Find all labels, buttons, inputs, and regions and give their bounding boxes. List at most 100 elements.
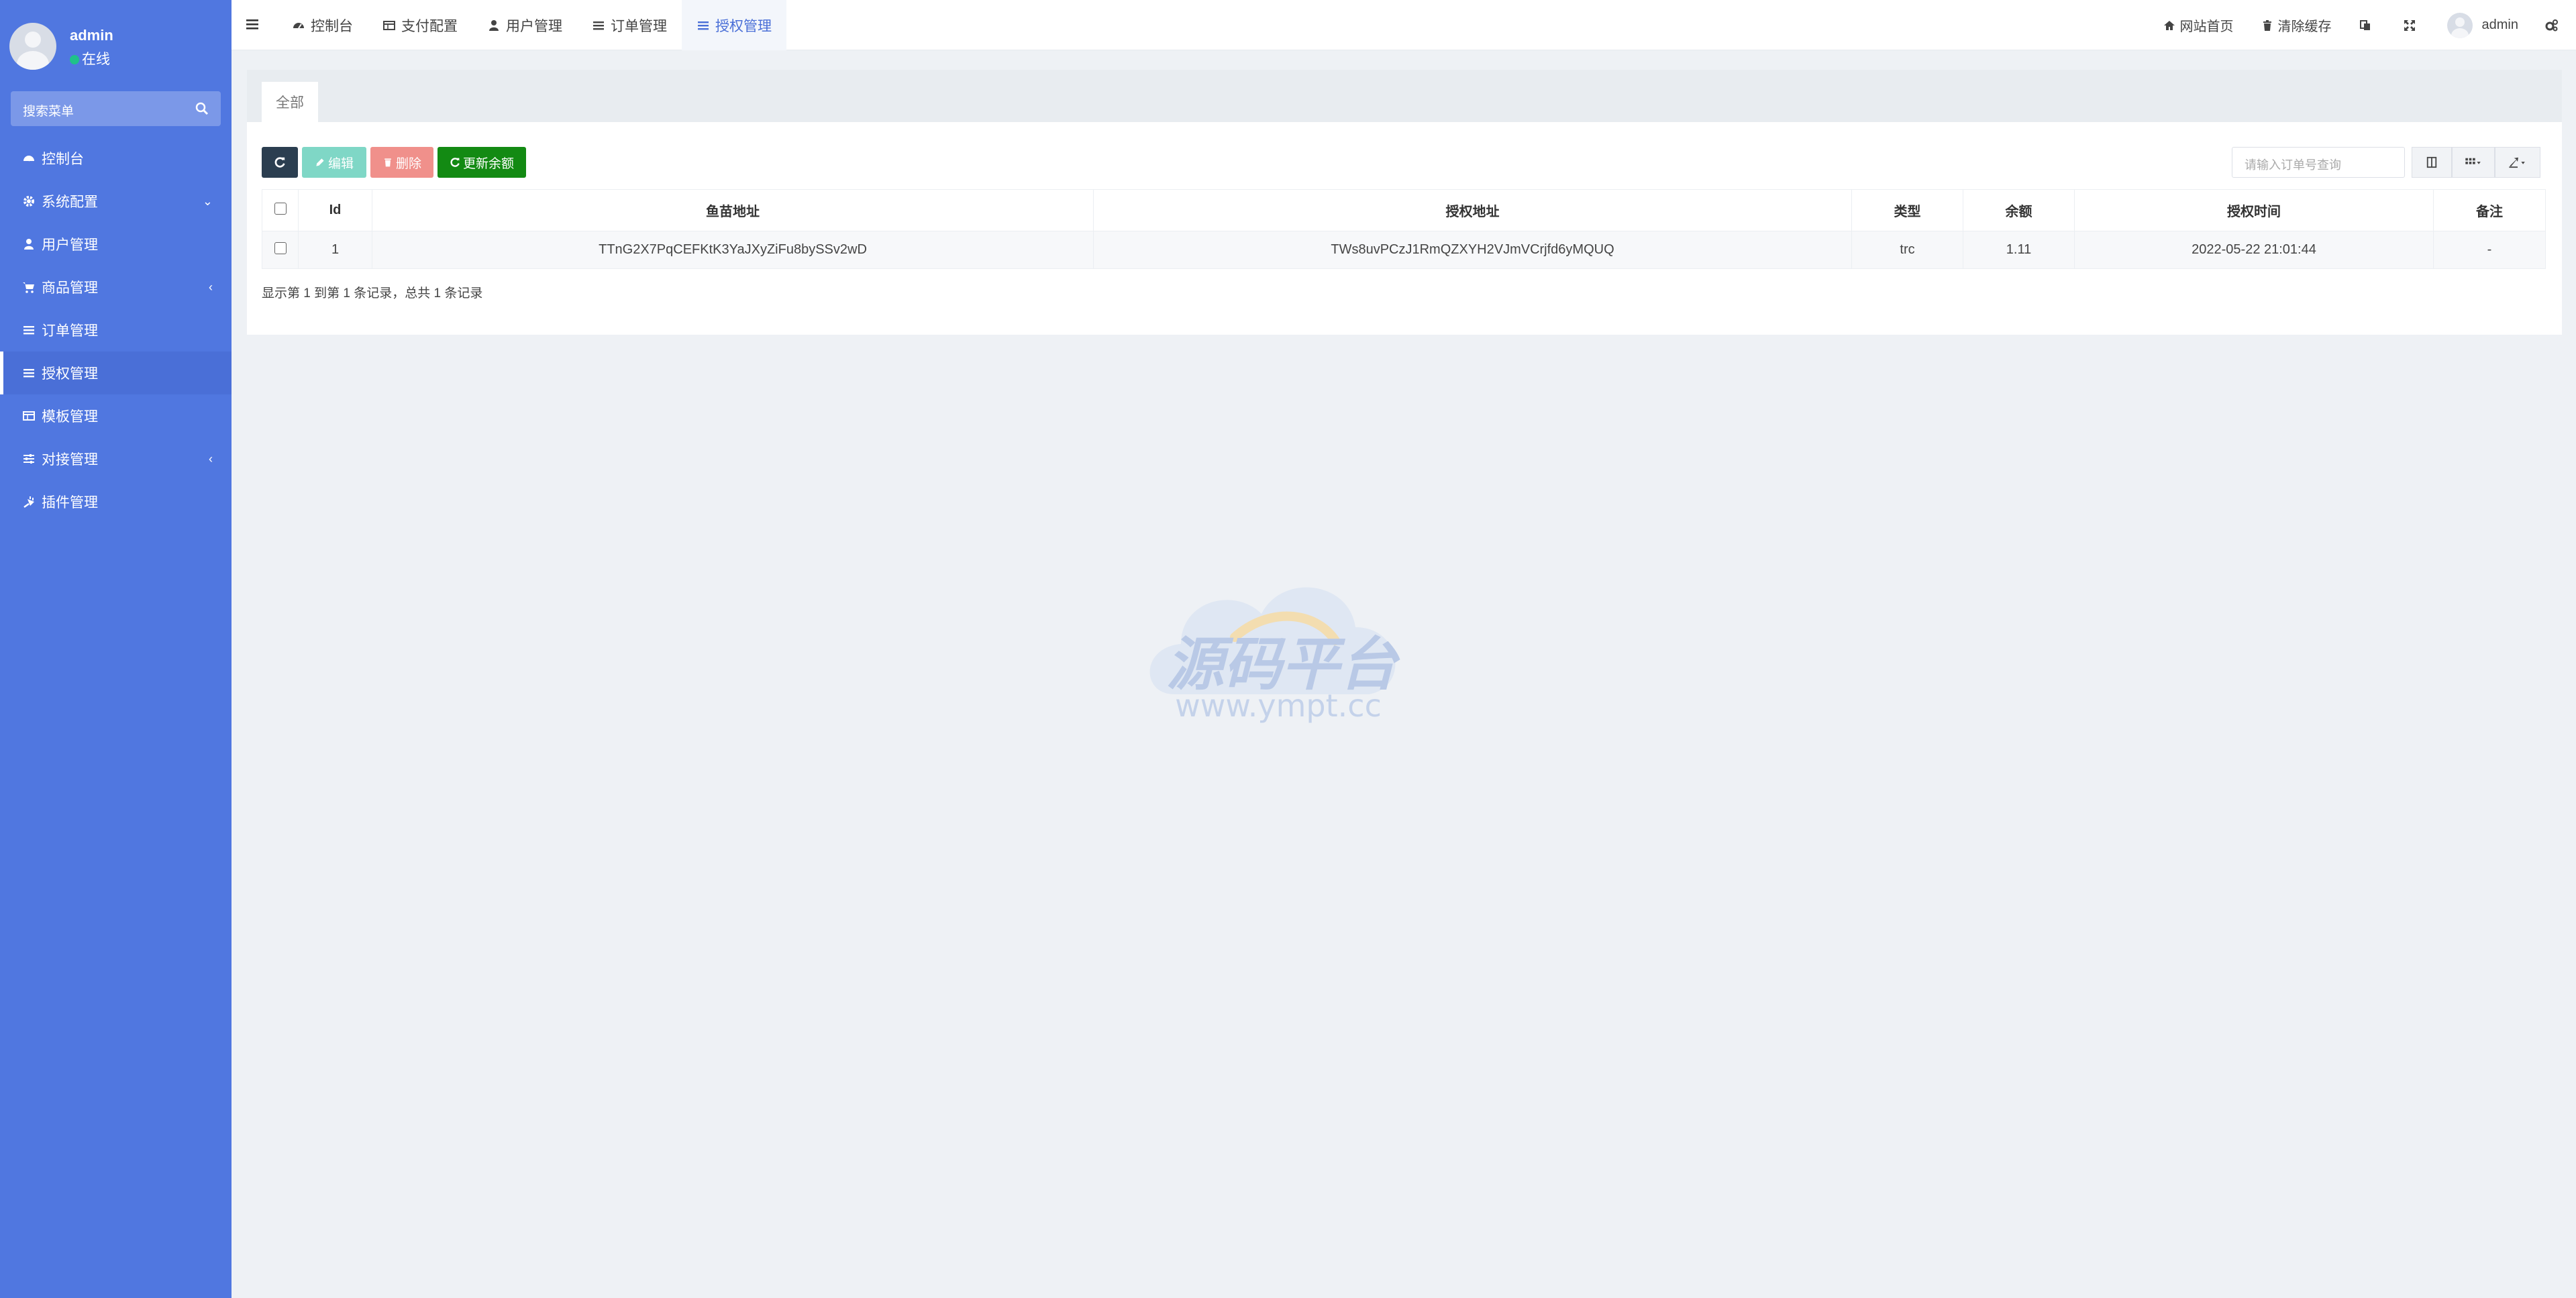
sidebar-item-label: 插件管理 [42, 495, 98, 510]
sidebar-item-label: 订单管理 [42, 323, 98, 339]
watermark-url: www.ympt.cc [1175, 688, 1382, 724]
status-text: 在线 [82, 52, 110, 67]
pagination-info: 显示第 1 到第 1 条记录，总共 1 条记录 [262, 286, 483, 301]
chevron-icon: ⌄ [202, 195, 213, 208]
trash-icon [384, 158, 391, 167]
table-icon [21, 409, 36, 423]
edit-label: 编辑 [327, 156, 354, 171]
list-icon [592, 19, 605, 32]
col-fish-address[interactable]: 鱼苗地址 [372, 189, 1094, 231]
refresh-icon [274, 157, 285, 168]
tab-4[interactable]: 授权管理 [682, 0, 786, 50]
edit-button[interactable]: 编辑 [302, 147, 366, 178]
avatar [9, 23, 56, 70]
main-panel: 全部 编辑 删除 更新余额 请输入订单号查询 Id 鱼苗地址 授权地址 类型 余… [247, 70, 2562, 335]
cell-note: - [2433, 231, 2546, 269]
col-auth-time[interactable]: 授权时间 [2074, 189, 2434, 231]
gear-icon [21, 194, 36, 209]
site-home-link[interactable]: 网站首页 [2149, 0, 2247, 50]
order-search-input[interactable]: 请输入订单号查询 [2232, 147, 2405, 178]
sidebar-item-1[interactable]: 系统配置 ⌄ [0, 180, 231, 223]
sidebar-item-label: 商品管理 [42, 280, 98, 296]
select-all-cell [262, 189, 299, 231]
dashboard-icon [292, 19, 305, 32]
columns-toggle-icon [2426, 156, 2437, 168]
tab-0[interactable]: 控制台 [277, 0, 368, 50]
col-balance[interactable]: 余额 [1963, 189, 2075, 231]
col-id[interactable]: Id [298, 189, 372, 231]
clear-cache-label: 清除缓存 [2277, 19, 2332, 34]
table-row[interactable]: 1 TTnG2X7PqCEFKtK3YaJXyZiFu8bySSv2wD TWs… [262, 231, 2546, 269]
translate-button[interactable] [2345, 0, 2389, 50]
sidebar-item-label: 对接管理 [42, 452, 98, 468]
user-menu[interactable]: admin [2434, 0, 2532, 50]
online-dot-icon [70, 55, 79, 64]
refresh-button[interactable] [262, 147, 298, 178]
col-note[interactable]: 备注 [2433, 189, 2546, 231]
list-icon [697, 19, 710, 32]
sidebar-item-7[interactable]: 对接管理 ‹ [0, 437, 231, 480]
search-icon[interactable] [195, 102, 209, 115]
cell-auth-address: TWs8uvPCzJ1RmQZXYH2VJmVCrjfd6yMQUQ [1093, 231, 1852, 269]
sidebar-item-label: 用户管理 [42, 237, 98, 253]
sidebar-item-label: 系统配置 [42, 195, 98, 210]
sidebar-item-label: 控制台 [42, 152, 84, 167]
refresh-icon [450, 158, 460, 167]
delete-label: 删除 [395, 156, 421, 171]
panel-header: 全部 [247, 70, 2562, 122]
tab-1[interactable]: 支付配置 [368, 0, 472, 50]
expand-icon [2404, 19, 2415, 31]
tab-label: 支付配置 [401, 18, 458, 34]
col-auth-address[interactable]: 授权地址 [1093, 189, 1852, 231]
user-panel: admin 在线 [9, 23, 224, 71]
update-balance-label: 更新余额 [462, 156, 514, 171]
sidebar-item-3[interactable]: 商品管理 ‹ [0, 266, 231, 309]
grid-icon [2465, 158, 2481, 164]
tab-3[interactable]: 订单管理 [577, 0, 682, 50]
select-all-checkbox[interactable] [274, 202, 287, 215]
trash-icon [2263, 19, 2271, 31]
fullscreen-button[interactable] [2389, 0, 2434, 50]
export-icon [2509, 157, 2525, 168]
table-toolbar: 编辑 删除 更新余额 [262, 147, 530, 178]
tab-label: 用户管理 [506, 18, 562, 34]
sidebar-item-4[interactable]: 订单管理 [0, 309, 231, 351]
sidebar-item-label: 授权管理 [42, 366, 98, 382]
sidebar-item-6[interactable]: 模板管理 [0, 394, 231, 437]
table-header-row: Id 鱼苗地址 授权地址 类型 余额 授权时间 备注 [262, 189, 2546, 231]
columns-dropdown-button[interactable] [2452, 147, 2495, 178]
clear-cache-button[interactable]: 清除缓存 [2247, 0, 2345, 50]
user-menu-name: admin [2481, 17, 2518, 32]
list-icon [21, 323, 36, 337]
cell-fish-address: TTnG2X7PqCEFKtK3YaJXyZiFu8bySSv2wD [372, 231, 1094, 269]
row-checkbox[interactable] [274, 241, 287, 254]
sidebar-item-8[interactable]: 插件管理 [0, 480, 231, 523]
col-type[interactable]: 类型 [1851, 189, 1963, 231]
update-balance-button[interactable]: 更新余额 [437, 147, 526, 178]
avatar [2446, 12, 2473, 38]
sidebar-item-label: 模板管理 [42, 409, 98, 425]
sidebar-item-2[interactable]: 用户管理 [0, 223, 231, 266]
cell-type: trc [1851, 231, 1963, 269]
cell-balance: 1.11 [1963, 231, 2075, 269]
chevron-icon: ‹ [209, 452, 213, 466]
tab-label: 控制台 [311, 18, 353, 34]
export-dropdown-button[interactable] [2495, 147, 2540, 178]
watermark-logo: 源码平台 www.ympt.cc [1149, 587, 1400, 724]
hamburger-icon[interactable] [246, 17, 260, 31]
sidebar-item-0[interactable]: 控制台 [0, 137, 231, 180]
sidebar: admin 在线 搜索菜单 控制台 系统配置 ⌄ 用户管理 商品管理 ‹ 订单管理 授权管理模… [0, 0, 231, 1298]
user-icon [487, 19, 501, 32]
tab-all[interactable]: 全部 [262, 82, 318, 122]
tab-2[interactable]: 用户管理 [472, 0, 577, 50]
user-icon [21, 237, 36, 252]
gears-icon [2545, 19, 2558, 31]
toggle-view-button[interactable] [2412, 147, 2452, 178]
menu-search-input[interactable]: 搜索菜单 [11, 91, 221, 126]
settings-button[interactable] [2532, 0, 2576, 50]
site-home-label: 网站首页 [2179, 19, 2234, 34]
pencil-icon [316, 158, 324, 166]
sidebar-item-5[interactable]: 授权管理 [0, 351, 231, 394]
row-select-cell [262, 231, 299, 269]
delete-button[interactable]: 删除 [370, 147, 433, 178]
